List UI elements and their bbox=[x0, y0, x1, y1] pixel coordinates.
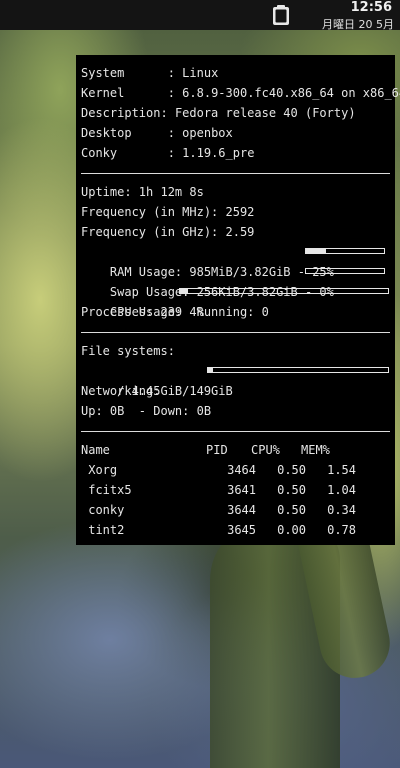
frequency-ghz: Frequency (in GHz): 2.59 bbox=[81, 225, 255, 239]
filesystem-root-row: / 4.45GiB/149GiB bbox=[81, 361, 390, 398]
networking-header: Networking: bbox=[81, 384, 161, 398]
divider bbox=[81, 173, 390, 174]
info-row-description: Description: Fedora release 40 (Forty) bbox=[81, 106, 356, 120]
swap-usage-row: Swap Usage: 256KiB/3.82GiB - 0% bbox=[81, 262, 390, 299]
processes: Processes: 239 Running: 0 bbox=[81, 305, 269, 319]
top-panel: 12:56 月曜日 20 5月 bbox=[0, 0, 400, 32]
cpu-usage-fill bbox=[180, 289, 189, 293]
conky-system-monitor: System : Linux Kernel : 6.8.9-300.fc40.x… bbox=[76, 55, 400, 545]
process-row: conky 3644 0.50 0.34 bbox=[81, 503, 356, 517]
clock-date[interactable]: 月曜日 20 5月 bbox=[322, 16, 394, 32]
ram-usage-fill bbox=[306, 249, 326, 253]
cpu-usage-bar bbox=[179, 288, 389, 294]
filesystem-root-bar bbox=[207, 367, 389, 373]
cpu-usage-row: CPU Usage: 4% bbox=[81, 282, 390, 319]
clock-time[interactable]: 12:56 bbox=[351, 0, 392, 15]
info-row-kernel: Kernel : 6.8.9-300.fc40.x86_64 on x86_64 bbox=[81, 86, 400, 100]
column-mem: MEM% bbox=[301, 443, 330, 457]
column-name: Name bbox=[81, 443, 110, 457]
info-row-conky: Conky : 1.19.6_pre bbox=[81, 146, 255, 160]
filesystem-root-fill bbox=[208, 368, 214, 372]
ram-usage-row: RAM Usage: 985MiB/3.82GiB - 25% bbox=[81, 242, 390, 279]
column-pid: PID bbox=[206, 443, 228, 457]
info-row-desktop: Desktop : openbox bbox=[81, 126, 233, 140]
networking-stats: Up: 0B - Down: 0B bbox=[81, 404, 212, 418]
process-row: tint2 3645 0.00 0.78 bbox=[81, 523, 356, 537]
filesystems-header: File systems: bbox=[81, 344, 175, 358]
process-table-header: Name PID CPU% MEM% bbox=[81, 440, 390, 460]
swap-usage-bar bbox=[305, 268, 385, 274]
clipboard-icon[interactable] bbox=[271, 4, 291, 26]
process-row: Xorg 3464 0.50 1.54 bbox=[81, 463, 356, 477]
ram-usage-bar bbox=[305, 248, 385, 254]
info-row-system: System : Linux bbox=[81, 66, 219, 80]
column-cpu: CPU% bbox=[251, 443, 280, 457]
divider bbox=[81, 431, 390, 432]
divider bbox=[81, 332, 390, 333]
uptime: Uptime: 1h 12m 8s bbox=[81, 185, 204, 199]
process-row: fcitx5 3641 0.50 1.04 bbox=[81, 483, 356, 497]
frequency-mhz: Frequency (in MHz): 2592 bbox=[81, 205, 255, 219]
